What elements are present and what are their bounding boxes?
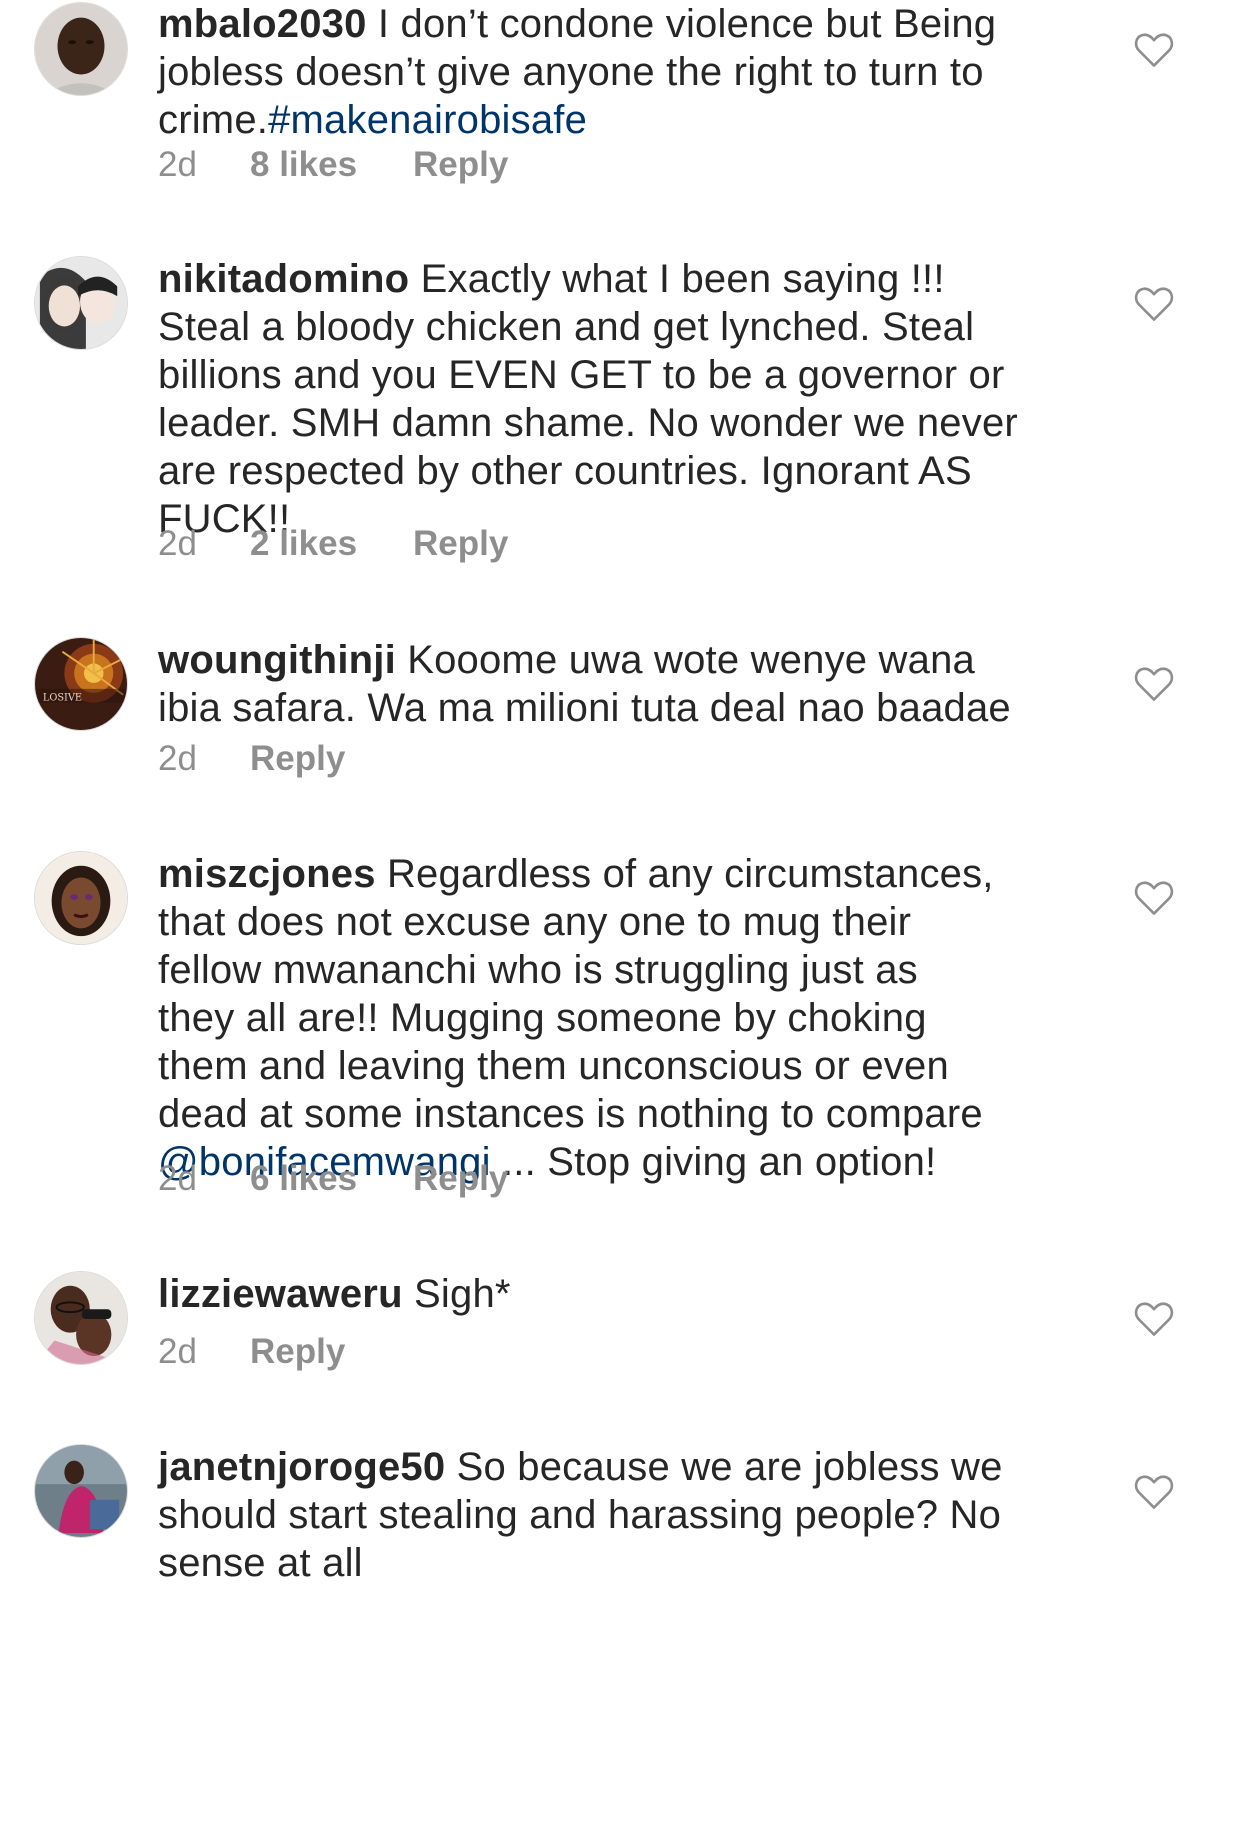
avatar[interactable]: LOSIVE xyxy=(34,637,128,731)
comment-meta: 2d Reply xyxy=(158,739,345,779)
heart-outline-icon[interactable] xyxy=(1134,286,1174,322)
avatar-watermark-text: LOSIVE xyxy=(43,693,82,704)
heart-outline-icon[interactable] xyxy=(1134,1301,1174,1337)
comment-body: miszcjones Regardless of any circumstanc… xyxy=(158,850,1088,1186)
avatar[interactable] xyxy=(34,2,128,96)
comment-reply-button[interactable]: Reply xyxy=(413,145,508,185)
avatar-image xyxy=(35,3,127,95)
avatar-image xyxy=(35,852,127,944)
avatar-image xyxy=(35,257,127,349)
heart-outline-icon[interactable] xyxy=(1134,666,1174,702)
heart-outline-icon[interactable] xyxy=(1134,1474,1174,1510)
comment-username[interactable]: lizziewaweru xyxy=(158,1272,403,1316)
avatar-image: LOSIVE xyxy=(35,638,127,730)
avatar-image xyxy=(35,1445,127,1537)
comment-body: mbalo2030 I don’t condone violence but B… xyxy=(158,0,1088,144)
comment-time: 2d xyxy=(158,524,197,563)
avatar[interactable] xyxy=(34,256,128,350)
comment-likes-button[interactable]: 6 likes xyxy=(250,1159,413,1199)
comment-likes-button[interactable]: 2 likes xyxy=(250,524,413,564)
comment-username[interactable]: janetnjoroge50 xyxy=(158,1445,445,1489)
comment-text-after: ... Stop giving an option! xyxy=(490,1140,937,1184)
comment-username[interactable]: miszcjones xyxy=(158,852,376,896)
comment-reply-button[interactable]: Reply xyxy=(250,739,345,779)
comment-time: 2d xyxy=(158,1159,197,1198)
comment-meta: 2d 6 likes Reply xyxy=(158,1159,508,1199)
comment-meta: 2d 8 likes Reply xyxy=(158,145,508,185)
comment-body: janetnjoroge50 So because we are jobless… xyxy=(158,1443,1088,1587)
comment-username[interactable]: nikitadomino xyxy=(158,257,409,301)
comment-time: 2d xyxy=(158,1332,197,1371)
comment-reply-button[interactable]: Reply xyxy=(413,1159,508,1199)
comment-meta: 2d 2 likes Reply xyxy=(158,524,508,564)
comment-username[interactable]: woungithinji xyxy=(158,638,396,682)
heart-outline-icon[interactable] xyxy=(1134,880,1174,916)
comment-body: lizziewaweru Sigh* xyxy=(158,1270,1088,1318)
comment-hashtag-link[interactable]: #makenairobisafe xyxy=(268,98,587,142)
avatar[interactable] xyxy=(34,851,128,945)
comment-reply-button[interactable]: Reply xyxy=(250,1332,345,1372)
comment-username[interactable]: mbalo2030 xyxy=(158,2,367,46)
avatar[interactable] xyxy=(34,1271,128,1365)
heart-outline-icon[interactable] xyxy=(1134,32,1174,68)
comment-time: 2d xyxy=(158,739,197,778)
comment-meta: 2d Reply xyxy=(158,1332,345,1372)
comment-text: Sigh* xyxy=(402,1272,511,1316)
comment-body: woungithinji Kooome uwa wote wenye wana … xyxy=(158,636,1088,732)
comment-time: 2d xyxy=(158,145,197,184)
comment-likes-button[interactable]: 8 likes xyxy=(250,145,413,185)
avatar-image xyxy=(35,1272,127,1364)
avatar[interactable] xyxy=(34,1444,128,1538)
comment-body: nikitadomino Exactly what I been saying … xyxy=(158,255,1088,543)
comment-reply-button[interactable]: Reply xyxy=(413,524,508,564)
